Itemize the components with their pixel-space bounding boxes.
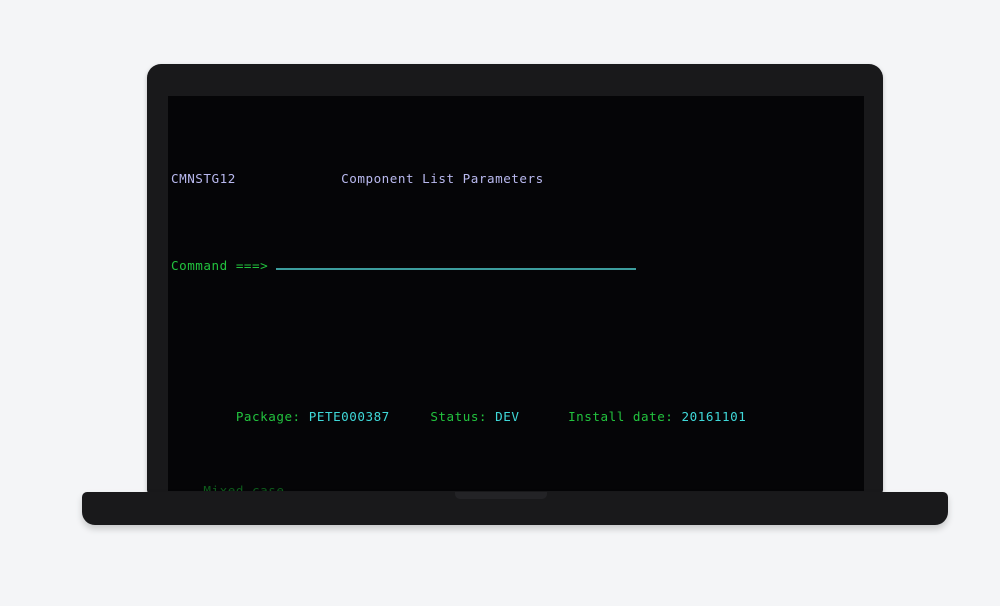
install-date-label: Install date:	[568, 409, 674, 424]
terminal-content: CMNSTG12 Component List Parameters Comma…	[168, 96, 864, 491]
info-indent	[171, 409, 236, 424]
g2	[390, 409, 431, 424]
page-title: Component List Parameters	[341, 171, 544, 186]
spacer-row-1	[171, 323, 864, 340]
clipped-bottom-line: _ Mixed case	[171, 483, 285, 491]
install-date-value: 20161101	[681, 409, 747, 424]
status-label: Status:	[430, 409, 488, 424]
info-bar: Package: PETE000387 Status: DEV Install …	[171, 408, 864, 425]
g5	[673, 409, 681, 424]
g4	[519, 409, 568, 424]
command-label: Command ===>	[171, 258, 269, 273]
command-gap	[268, 258, 276, 273]
terminal-header-row: CMNSTG12 Component List Parameters	[171, 170, 864, 187]
command-input[interactable]	[276, 255, 637, 270]
g3	[487, 409, 495, 424]
header-gap	[236, 171, 341, 186]
command-row: Command ===>	[171, 255, 864, 273]
terminal-screen: CMNSTG12 Component List Parameters Comma…	[168, 96, 864, 491]
package-label: Package:	[235, 409, 301, 424]
laptop-trackpad-notch	[455, 492, 547, 499]
status-value: DEV	[495, 409, 520, 424]
laptop-mockup: CMNSTG12 Component List Parameters Comma…	[0, 0, 1000, 606]
package-value: PETE000387	[308, 409, 390, 424]
panel-id: CMNSTG12	[171, 171, 236, 186]
g1	[301, 409, 309, 424]
